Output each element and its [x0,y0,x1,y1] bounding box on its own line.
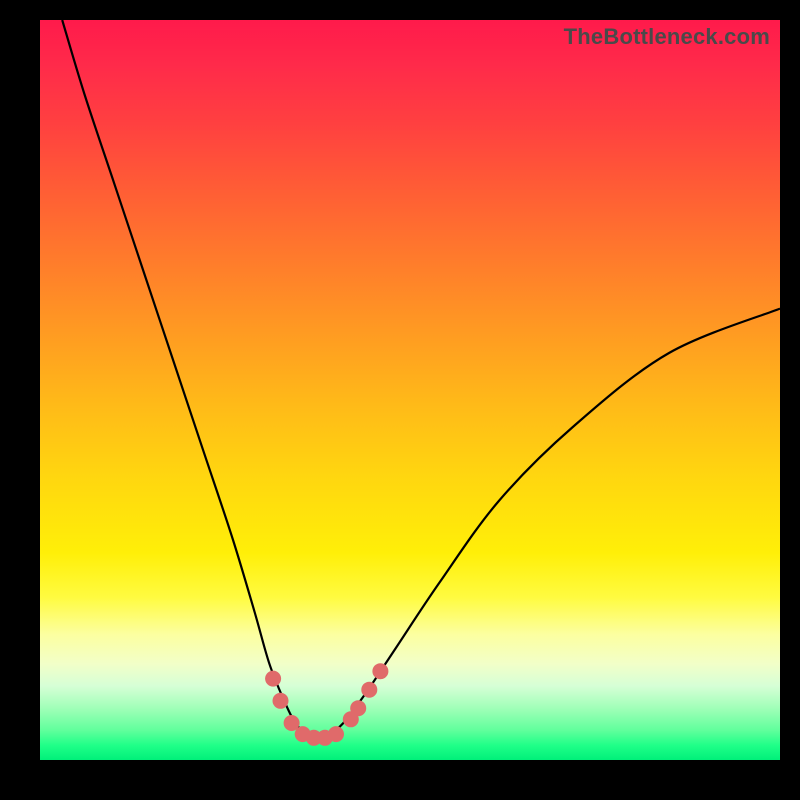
data-point [350,700,366,716]
data-point [328,726,344,742]
data-point [372,663,388,679]
bottleneck-curve [40,20,780,760]
data-point [361,682,377,698]
data-point [265,671,281,687]
data-point [273,693,289,709]
chart-frame: TheBottleneck.com [0,0,800,800]
curve-path [62,20,780,738]
curve-data-points [265,663,388,746]
chart-plot-area: TheBottleneck.com [40,20,780,760]
